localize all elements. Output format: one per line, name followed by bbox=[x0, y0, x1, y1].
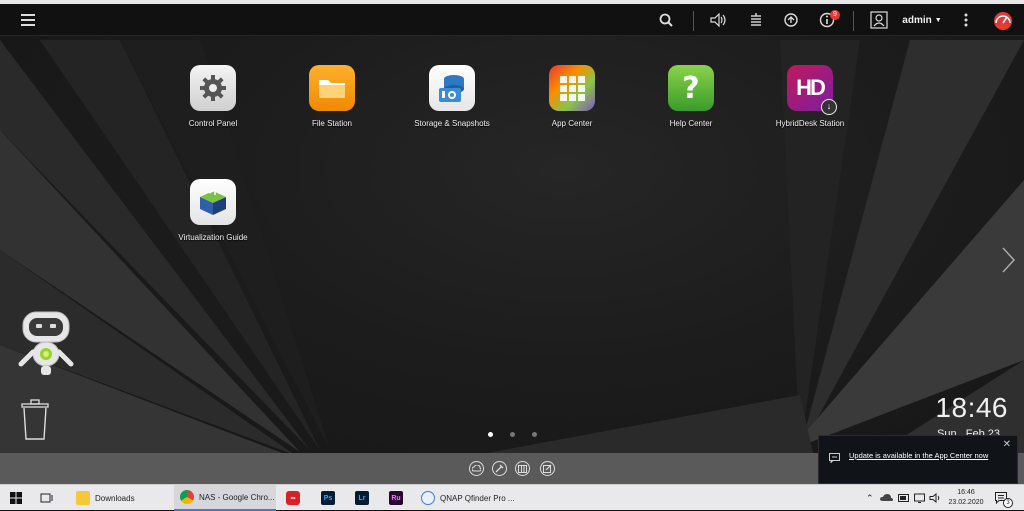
next-page-arrow[interactable] bbox=[998, 245, 1018, 275]
taskbar-item-lightroom[interactable]: Lr bbox=[355, 485, 369, 511]
windows-start-icon[interactable] bbox=[10, 485, 22, 511]
sync-icon[interactable] bbox=[780, 4, 802, 36]
taskbar: Downloads NAS - Google Chro... ∞ Ps Lr R… bbox=[0, 484, 1024, 511]
taskbar-item-downloads[interactable]: Downloads bbox=[70, 485, 170, 511]
action-center-count: 3 bbox=[1003, 498, 1013, 508]
system-time: 16:46 bbox=[957, 489, 975, 496]
separator bbox=[693, 11, 694, 31]
lightroom-icon: Lr bbox=[355, 491, 369, 505]
close-icon[interactable]: ✕ bbox=[1003, 439, 1011, 450]
storage-icon bbox=[429, 65, 475, 111]
app-hybriddesk-station[interactable]: HD ↓ HybridDesk Station bbox=[750, 65, 870, 128]
desktop: 9 admin ▼ Control Panel File Station Sto… bbox=[0, 0, 1024, 484]
cube-icon bbox=[190, 179, 236, 225]
app-file-station[interactable]: File Station bbox=[272, 65, 392, 128]
app-app-center[interactable]: App Center bbox=[512, 65, 632, 128]
taskbar-item-qfinder[interactable]: QNAP Qfinder Pro ... bbox=[415, 485, 520, 511]
taskbar-item-rush[interactable]: Ru bbox=[389, 485, 403, 511]
taskbar-label: Downloads bbox=[95, 493, 135, 503]
taskbar-item-creative-cloud[interactable]: ∞ bbox=[286, 485, 300, 511]
folder-icon bbox=[309, 65, 355, 111]
onedrive-icon[interactable] bbox=[880, 485, 893, 511]
app-storage-snapshots[interactable]: Storage & Snapshots bbox=[392, 65, 512, 128]
columns-icon[interactable] bbox=[515, 461, 530, 476]
app-label: Storage & Snapshots bbox=[414, 119, 490, 128]
trash-icon[interactable] bbox=[18, 398, 52, 442]
chrome-icon bbox=[180, 490, 194, 504]
taskbar-label: NAS - Google Chro... bbox=[199, 492, 275, 502]
dashboard-icon[interactable] bbox=[990, 4, 1016, 36]
qfinder-icon bbox=[421, 491, 435, 505]
app-virtualization-guide[interactable]: Virtualization Guide bbox=[153, 179, 273, 242]
tools-icon[interactable] bbox=[492, 461, 507, 476]
username-label: admin bbox=[902, 14, 932, 26]
tray-chevron-up-icon[interactable]: ⌃ bbox=[866, 485, 874, 511]
volume-icon[interactable] bbox=[708, 4, 730, 36]
menu-icon[interactable] bbox=[14, 4, 42, 36]
top-bar: 9 admin ▼ bbox=[0, 4, 1024, 36]
app-control-panel[interactable]: Control Panel bbox=[153, 65, 273, 128]
notification-badge: 9 bbox=[830, 10, 840, 20]
app-label: HybridDesk Station bbox=[775, 119, 845, 128]
qboost-robot-icon[interactable] bbox=[16, 310, 76, 380]
notification-toast[interactable]: Update is available in the App Center no… bbox=[818, 435, 1018, 484]
hd-icon: HD ↓ bbox=[787, 65, 837, 115]
photoshop-icon: Ps bbox=[321, 491, 335, 505]
creative-cloud-icon: ∞ bbox=[286, 491, 300, 505]
gear-icon bbox=[190, 65, 236, 111]
app-label: App Center bbox=[551, 119, 593, 128]
folder-icon bbox=[76, 491, 90, 505]
app-label: File Station bbox=[311, 119, 353, 128]
info-icon[interactable] bbox=[816, 4, 838, 36]
cloud-icon[interactable] bbox=[469, 461, 484, 476]
taskbar-item-chrome[interactable]: NAS - Google Chro... bbox=[174, 485, 276, 511]
question-icon: ? bbox=[668, 65, 714, 111]
download-icon: ↓ bbox=[821, 99, 837, 115]
page-dot[interactable] bbox=[532, 432, 537, 437]
stack-icon[interactable] bbox=[745, 4, 767, 36]
rush-icon: Ru bbox=[389, 491, 403, 505]
app-label: Help Center bbox=[669, 119, 713, 128]
network-icon[interactable] bbox=[914, 485, 926, 511]
app-help-center[interactable]: ? Help Center bbox=[631, 65, 751, 128]
speaker-icon[interactable] bbox=[929, 485, 941, 511]
taskbar-label: QNAP Qfinder Pro ... bbox=[440, 493, 515, 503]
chevron-down-icon: ▼ bbox=[934, 16, 942, 24]
action-center-icon[interactable]: 3 bbox=[995, 485, 1013, 511]
notification-link[interactable]: Update is available in the App Center no… bbox=[849, 450, 999, 461]
grid-icon bbox=[549, 65, 595, 111]
page-dot-active[interactable] bbox=[488, 432, 493, 437]
system-clock[interactable]: 16:46 23.02.2020 bbox=[946, 485, 986, 511]
user-menu[interactable]: admin ▼ bbox=[900, 4, 944, 36]
system-date: 23.02.2020 bbox=[948, 499, 984, 506]
note-icon[interactable] bbox=[540, 461, 555, 476]
app-label: Virtualization Guide bbox=[178, 233, 248, 242]
battery-icon[interactable] bbox=[898, 485, 910, 511]
search-icon[interactable] bbox=[656, 4, 676, 36]
message-icon bbox=[829, 450, 840, 468]
task-view-icon[interactable] bbox=[40, 485, 54, 511]
page-dot[interactable] bbox=[510, 432, 515, 437]
separator bbox=[853, 11, 854, 31]
app-label: Control Panel bbox=[188, 119, 238, 128]
user-icon[interactable] bbox=[868, 4, 890, 36]
clock-time: 18:46 bbox=[935, 392, 1008, 423]
more-icon[interactable] bbox=[956, 4, 976, 36]
taskbar-item-photoshop[interactable]: Ps bbox=[321, 485, 335, 511]
